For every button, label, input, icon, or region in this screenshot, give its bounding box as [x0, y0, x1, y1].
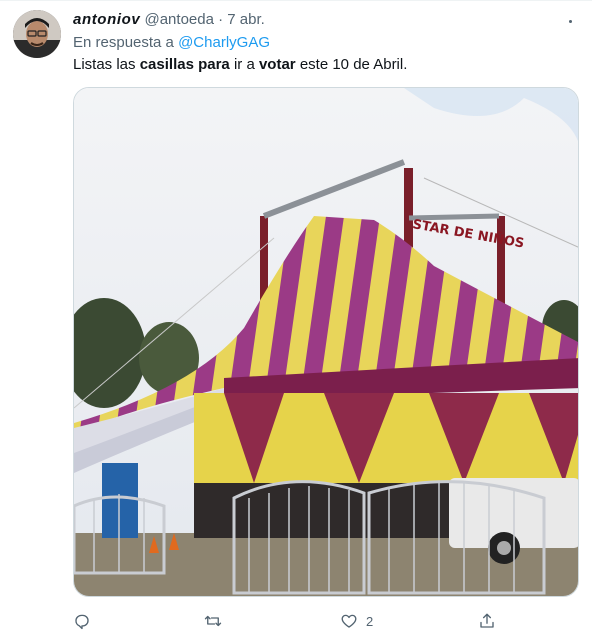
text-part-bold: votar	[258, 56, 296, 73]
avatar[interactable]	[13, 10, 61, 58]
tweet-header: antoniov @antoeda · 7 abr.	[73, 11, 265, 31]
retweet-button[interactable]	[204, 609, 222, 633]
tweet-text: Listas las casillas para ir a votar este…	[73, 56, 407, 73]
share-icon	[480, 613, 494, 628]
tweet-photo[interactable]: STAR DE NIÑOS	[73, 87, 579, 597]
more-horizontal-icon	[568, 19, 572, 23]
share-button[interactable]	[478, 609, 496, 633]
reply-prefix: En respuesta a	[73, 34, 174, 51]
like-count: 2	[366, 613, 374, 629]
retweet-icon	[204, 615, 222, 627]
reply-context: En respuesta a @CharlyGAG	[73, 34, 270, 51]
timestamp[interactable]: 7 abr.	[227, 11, 265, 28]
more-options-button[interactable]	[558, 11, 582, 31]
text-part-bold: para	[198, 56, 230, 73]
text-part: este 10 de Abril.	[295, 56, 408, 73]
heart-icon	[341, 614, 357, 628]
tweet-actions: 2	[73, 609, 583, 633]
text-part: Listas las	[73, 56, 140, 73]
tweet[interactable]: antoniov @antoeda · 7 abr. En respuesta …	[0, 0, 592, 640]
reply-button[interactable]	[73, 609, 91, 633]
text-part-bold: casillas	[139, 56, 194, 73]
text-part: ir a	[229, 56, 259, 73]
comment-icon	[75, 614, 89, 630]
like-button[interactable]: 2	[340, 609, 373, 633]
header-separator: ·	[218, 11, 224, 28]
display-name[interactable]: antoniov	[73, 11, 140, 28]
handle[interactable]: @antoeda	[144, 11, 213, 28]
reply-mention-link[interactable]: @CharlyGAG	[178, 34, 270, 51]
